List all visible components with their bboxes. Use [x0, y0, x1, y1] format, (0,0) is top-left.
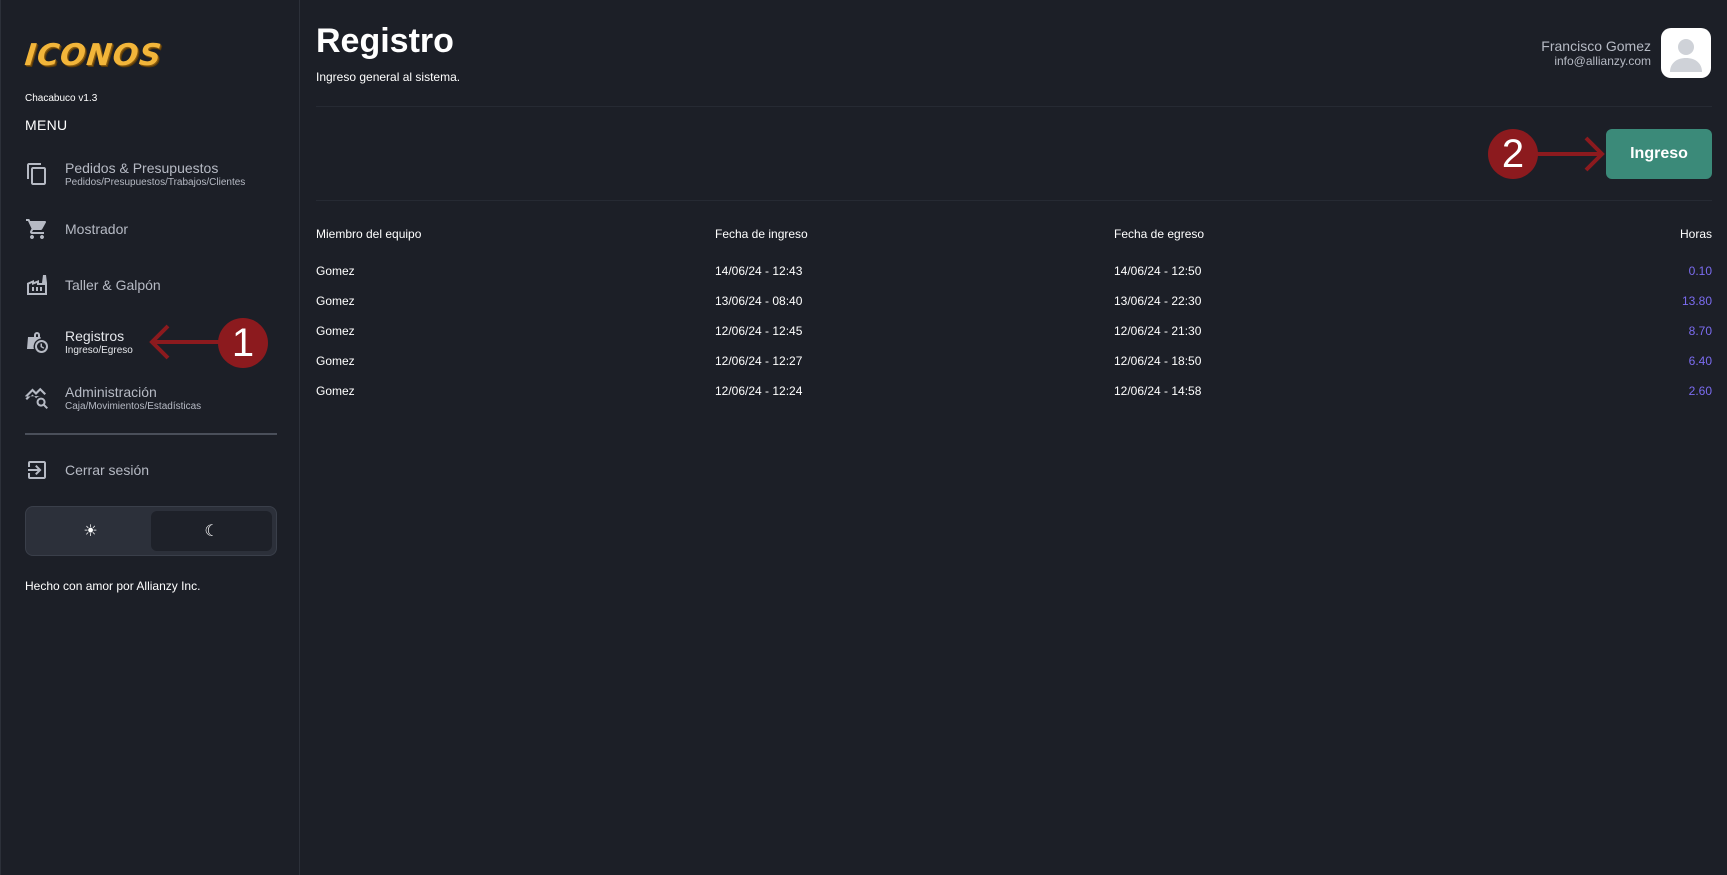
- sidebar-item-label: Mostrador: [65, 220, 129, 237]
- cell-member: Gomez: [316, 324, 355, 338]
- actions-divider: [316, 200, 1712, 201]
- table-row: Gomez 14/06/24 - 12:43 14/06/24 - 12:50 …: [316, 256, 1712, 286]
- column-header-hours: Horas: [1679, 227, 1712, 241]
- table-row: Gomez 12/06/24 - 12:27 12/06/24 - 18:50 …: [316, 346, 1712, 376]
- light-mode-button[interactable]: ☀: [30, 511, 151, 551]
- cell-hours: 13.80: [1681, 294, 1712, 308]
- sidebar-item-label: Administración: [65, 383, 157, 400]
- menu-title: MENU: [25, 117, 68, 133]
- cell-member: Gomez: [316, 384, 355, 398]
- cell-hours: 8.70: [1688, 324, 1712, 338]
- sidebar-divider: [25, 433, 277, 435]
- sidebar-item-taller[interactable]: Taller & Galpón: [25, 265, 277, 305]
- records-table: Miembro del equipo Fecha de ingreso Fech…: [316, 224, 1712, 406]
- cell-entry-date: 12/06/24 - 12:45: [715, 324, 803, 338]
- page-subtitle: Ingreso general al sistema.: [316, 70, 461, 84]
- annotation-arrow-2: [1534, 136, 1605, 172]
- sidebar-item-label: Pedidos & Presupuestos: [65, 159, 219, 176]
- theme-toggle: ☀ ☾: [25, 506, 277, 556]
- cell-hours: 0.10: [1688, 264, 1712, 278]
- table-row: Gomez 13/06/24 - 08:40 13/06/24 - 22:30 …: [316, 286, 1712, 316]
- cell-entry-date: 13/06/24 - 08:40: [715, 294, 803, 308]
- sidebar: ICONOS Chacabuco v1.3 MENU Pedidos & Pre…: [0, 0, 300, 875]
- cell-exit-date: 12/06/24 - 18:50: [1114, 354, 1202, 368]
- column-header-member: Miembro del equipo: [316, 227, 422, 241]
- cell-member: Gomez: [316, 264, 355, 278]
- column-header-exit-date: Fecha de egreso: [1114, 227, 1205, 241]
- sidebar-item-mostrador[interactable]: Mostrador: [25, 209, 277, 249]
- sidebar-item-sublabel: Pedidos/Presupuestos/Trabajos/Clientes: [65, 176, 246, 188]
- annotation-marker-2: 2: [1488, 129, 1538, 179]
- table-header: Miembro del equipo Fecha de ingreso Fech…: [316, 224, 1712, 244]
- user-info: Francisco Gomez info@allianzy.com: [1541, 38, 1651, 69]
- table-row: Gomez 12/06/24 - 12:24 12/06/24 - 14:58 …: [316, 376, 1712, 406]
- cell-member: Gomez: [316, 354, 355, 368]
- cell-exit-date: 12/06/24 - 21:30: [1114, 324, 1202, 338]
- cell-entry-date: 12/06/24 - 12:24: [715, 384, 803, 398]
- table-row: Gomez 12/06/24 - 12:45 12/06/24 - 21:30 …: [316, 316, 1712, 346]
- cell-hours: 6.40: [1688, 354, 1712, 368]
- cell-member: Gomez: [316, 294, 355, 308]
- user-name: Francisco Gomez: [1541, 38, 1651, 54]
- logout-label: Cerrar sesión: [65, 461, 150, 478]
- sun-icon: ☀: [83, 523, 98, 540]
- ingreso-button[interactable]: Ingreso: [1606, 129, 1712, 179]
- cell-exit-date: 14/06/24 - 12:50: [1114, 264, 1202, 278]
- column-header-entry-date: Fecha de ingreso: [715, 227, 808, 241]
- avatar[interactable]: [1661, 28, 1711, 78]
- cart-icon: [25, 217, 49, 241]
- cell-entry-date: 12/06/24 - 12:27: [715, 354, 803, 368]
- footer-credit: Hecho con amor por Allianzy Inc.: [25, 579, 201, 593]
- dark-mode-button[interactable]: ☾: [151, 511, 272, 551]
- cell-hours: 2.60: [1688, 384, 1712, 398]
- cell-exit-date: 12/06/24 - 14:58: [1114, 384, 1202, 398]
- user-avatar-icon: [1670, 39, 1702, 72]
- user-email: info@allianzy.com: [1554, 54, 1651, 68]
- logout-button[interactable]: Cerrar sesión: [25, 450, 277, 490]
- moon-icon: ☾: [204, 523, 219, 540]
- chart-search-icon: [25, 386, 49, 410]
- sidebar-item-pedidos[interactable]: Pedidos & Presupuestos Pedidos/Presupues…: [25, 154, 277, 194]
- copy-icon: [25, 162, 49, 186]
- annotation-arrow-1: [149, 324, 224, 360]
- sidebar-item-label: Registros: [65, 327, 125, 344]
- sidebar-item-sublabel: Caja/Movimientos/Estadísticas: [65, 400, 202, 412]
- cell-exit-date: 13/06/24 - 22:30: [1114, 294, 1202, 308]
- factory-icon: [25, 273, 49, 297]
- logo[interactable]: ICONOS: [23, 38, 164, 73]
- logout-icon: [25, 458, 49, 482]
- clock-bag-icon: [25, 330, 49, 354]
- annotation-marker-1: 1: [218, 318, 268, 368]
- sidebar-item-administracion[interactable]: Administración Caja/Movimientos/Estadíst…: [25, 378, 277, 418]
- sidebar-item-sublabel: Ingreso/Egreso: [65, 344, 133, 356]
- header-divider: [316, 106, 1712, 107]
- page-title: Registro: [316, 22, 454, 60]
- app-version: Chacabuco v1.3: [25, 93, 98, 104]
- sidebar-item-label: Taller & Galpón: [65, 276, 161, 293]
- cell-entry-date: 14/06/24 - 12:43: [715, 264, 803, 278]
